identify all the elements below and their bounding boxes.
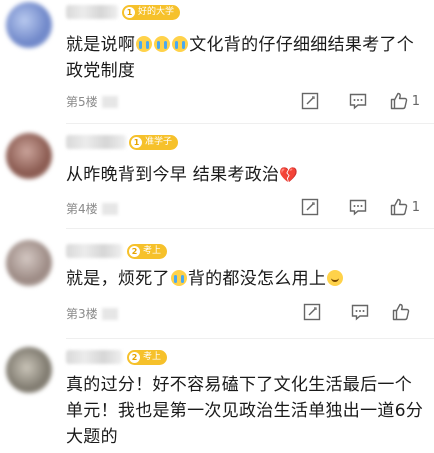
level-number: 2 bbox=[129, 352, 140, 363]
avatar[interactable] bbox=[6, 347, 52, 393]
comment-icon bbox=[349, 93, 366, 110]
badge-label: 考上 bbox=[143, 246, 162, 256]
edit-button[interactable] bbox=[297, 301, 327, 323]
divider bbox=[66, 123, 434, 124]
edit-icon bbox=[301, 198, 318, 216]
floor-number: 第4楼 bbox=[66, 202, 98, 216]
crying-emoji-icon bbox=[154, 36, 171, 52]
comment-text-part: 从昨晚背到今早 结果考政治 bbox=[66, 165, 280, 185]
like-button[interactable]: 1 bbox=[389, 197, 420, 217]
like-count: 1 bbox=[411, 93, 420, 109]
edit-button[interactable] bbox=[295, 90, 325, 112]
timestamp bbox=[101, 202, 118, 215]
smile-emoji-icon bbox=[327, 270, 344, 286]
floor-info: 第3楼 bbox=[66, 305, 118, 322]
comment-text-part: 就是说啊 bbox=[66, 35, 136, 55]
floor-info: 第5楼 bbox=[66, 93, 118, 110]
comment-actions: 1 bbox=[277, 90, 420, 112]
floor-info: 第4楼 bbox=[66, 200, 118, 217]
comment-icon bbox=[351, 304, 369, 321]
timestamp bbox=[101, 307, 118, 320]
reply-button[interactable] bbox=[345, 301, 375, 323]
badge-label: 好的大学 bbox=[138, 7, 175, 17]
reply-button[interactable] bbox=[343, 196, 373, 218]
edit-icon bbox=[301, 92, 318, 110]
like-button[interactable]: 1 bbox=[389, 91, 420, 111]
level-number: 1 bbox=[124, 7, 135, 18]
username[interactable] bbox=[66, 350, 122, 364]
avatar[interactable] bbox=[6, 133, 52, 179]
username[interactable] bbox=[66, 135, 126, 149]
level-number: 2 bbox=[129, 246, 140, 257]
avatar[interactable] bbox=[6, 240, 52, 286]
like-count: 1 bbox=[411, 199, 420, 215]
reply-button[interactable] bbox=[343, 90, 373, 112]
comment-text: 就是，烦死了 背的都没怎么用上 bbox=[66, 266, 426, 292]
level-badge: 1 准学子 bbox=[129, 135, 179, 150]
edit-button[interactable] bbox=[295, 196, 325, 218]
comment-actions bbox=[279, 301, 420, 323]
thumbs-up-icon bbox=[392, 303, 410, 321]
crying-emoji-icon bbox=[136, 36, 153, 52]
comment-text-part: 背的都没怎么用上 bbox=[187, 269, 327, 289]
comment-actions: 1 bbox=[277, 196, 420, 218]
comment-text-part: 就是，烦死了 bbox=[66, 269, 170, 289]
comment-text: 真的过分！好不容易磕下了文化生活最后一个单元！我也是第一次见政治生活单独出一道6… bbox=[66, 372, 426, 450]
comment-text-part: 真的过分！好不容易磕下了文化生活最后一个单元！我也是第一次见政治生活单独出一道6… bbox=[66, 375, 424, 447]
level-number: 1 bbox=[131, 137, 142, 148]
edit-icon bbox=[303, 303, 321, 321]
username[interactable] bbox=[66, 5, 118, 19]
username[interactable] bbox=[66, 244, 122, 258]
thumbs-up-icon bbox=[390, 198, 407, 216]
crying-emoji-icon bbox=[170, 270, 187, 286]
comment-icon bbox=[349, 199, 366, 216]
level-badge: 1 好的大学 bbox=[122, 5, 181, 20]
avatar[interactable] bbox=[6, 2, 52, 48]
level-badge: 2 考上 bbox=[127, 244, 168, 259]
crying-emoji-icon bbox=[172, 36, 189, 52]
level-badge: 2 考上 bbox=[127, 350, 168, 365]
badge-label: 准学子 bbox=[145, 137, 173, 147]
floor-number: 第3楼 bbox=[66, 307, 98, 321]
divider bbox=[66, 338, 434, 339]
timestamp bbox=[101, 95, 118, 108]
like-button[interactable] bbox=[391, 302, 414, 322]
divider bbox=[66, 228, 434, 229]
floor-number: 第5楼 bbox=[66, 95, 98, 109]
comment-text: 就是说啊 文化背的仔仔细细结果考了个政党制度 bbox=[66, 32, 426, 84]
badge-label: 考上 bbox=[143, 352, 162, 362]
thumbs-up-icon bbox=[390, 92, 407, 110]
comment-text: 从昨晚背到今早 结果考政治💔 bbox=[66, 162, 426, 188]
broken-heart-icon: 💔 bbox=[279, 166, 299, 184]
